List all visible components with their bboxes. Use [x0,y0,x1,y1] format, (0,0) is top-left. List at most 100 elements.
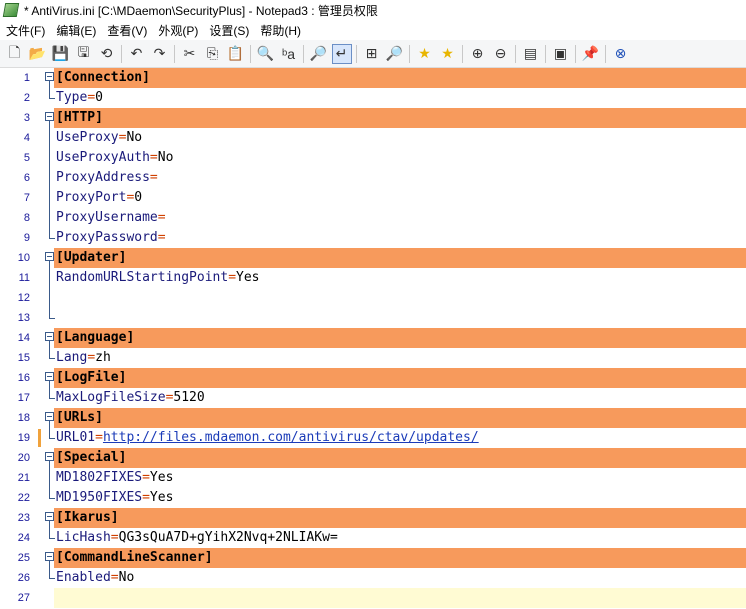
open-folder-icon[interactable]: 📂 [28,44,48,64]
editor-line[interactable]: 8 ProxyUsername= [0,208,746,228]
fold-toggle-icon[interactable] [45,452,54,461]
menu-item-5[interactable]: 帮助(H) [254,22,306,39]
ini-key: LicHash [56,530,111,545]
menu-item-2[interactable]: 查看(V) [101,22,152,39]
editor-line[interactable]: 5 UseProxyAuth=No [0,148,746,168]
fold-toggle-icon[interactable] [45,72,54,81]
toolbar-separator [545,44,546,63]
line-number: 3 [23,112,30,124]
revert-icon[interactable]: ⟲ [97,44,117,64]
menu-item-3[interactable]: 外观(P) [152,22,203,39]
line-text: LicHash=QG3sQuA7D+gYihX2Nvq+2NLIAKw= [56,528,338,548]
terminal-icon[interactable]: ▣ [551,44,571,64]
editor-line[interactable]: 26 Enabled=No [0,568,746,588]
editor-line[interactable]: 9 ProxyPassword= [0,228,746,248]
fold-toggle-icon[interactable] [45,252,54,261]
section-header-line[interactable]: 14 [Language] [0,328,746,348]
url-link[interactable]: http://files.mdaemon.com/antivirus/ctav/… [103,430,479,445]
section-header-line[interactable]: 18 [URLs] [0,408,746,428]
line-text: [HTTP] [56,110,103,125]
editor-line[interactable]: 13 [0,308,746,328]
section-header-line[interactable]: 20 [Special] [0,448,746,468]
section-header-line[interactable]: 1 [Connection] [0,68,746,88]
editor-line[interactable]: 19 URL01=http://files.mdaemon.com/antivir… [0,428,746,448]
word-wrap-icon[interactable]: ↵ [331,43,352,64]
close-icon[interactable]: ⊗ [611,44,631,64]
line-number: 1 [23,72,30,84]
line-number: 20 [17,452,30,464]
paste-icon[interactable]: 📋 [226,44,246,64]
equals-sign: = [157,230,166,245]
editor-line[interactable]: 7 ProxyPort=0 [0,188,746,208]
toolbar-separator [250,44,251,63]
new-file-icon[interactable]: 🗋 [5,44,25,64]
editor-line[interactable]: 24 LicHash=QG3sQuA7D+gYihX2Nvq+2NLIAKw= [0,528,746,548]
add-favorite-icon[interactable]: ★ [438,44,458,64]
section-header-line[interactable]: 10 [Updater] [0,248,746,268]
fold-toggle-icon[interactable] [45,112,54,121]
line-number: 23 [17,512,30,524]
ini-value: No [157,150,174,165]
fold-end-marker [49,98,55,99]
undo-icon[interactable]: ↶ [127,44,147,64]
editor-line[interactable]: 6 ProxyAddress= [0,168,746,188]
editor-line[interactable]: 11 RandomURLStartingPoint=Yes [0,268,746,288]
column-select-icon[interactable]: ⊞ [362,44,382,64]
editor-line[interactable]: 15 Lang=zh [0,348,746,368]
ini-value: 0 [95,90,103,105]
editor-line[interactable]: 4 UseProxy=No [0,128,746,148]
fold-toggle-icon[interactable] [45,512,54,521]
menu-item-4[interactable]: 设置(S) [203,22,254,39]
fold-end-marker [49,358,55,359]
ini-value: No [126,130,143,145]
zoom-in-icon[interactable]: ⊕ [468,44,488,64]
editor-line[interactable]: 12 [0,288,746,308]
menu-item-1[interactable]: 编辑(E) [50,22,101,39]
fold-line [49,561,50,578]
editor[interactable]: 1 [Connection] 2 Type=0 3 [HTTP] 4 UseProxy=No 5… [0,68,746,609]
section-header-line[interactable]: 25 [CommandLineScanner] [0,548,746,568]
zoom-find-icon[interactable]: 🔎 [385,44,405,64]
editor-line[interactable]: 2 Type=0 [0,88,746,108]
fold-toggle-icon[interactable] [45,552,54,561]
find-icon[interactable]: 🔍 [256,44,276,64]
editor-line[interactable]: 21 MD1802FIXES=Yes [0,468,746,488]
zoom-out-icon[interactable]: ⊖ [491,44,511,64]
editor-line[interactable]: 27 [0,588,746,608]
fold-toggle-icon[interactable] [45,372,54,381]
find-in-files-icon[interactable]: 🔎 [309,44,329,64]
line-number: 25 [17,552,30,564]
replace-icon[interactable]: ᵇa [279,44,299,64]
editor-line[interactable]: 22 MD1950FIXES=Yes [0,488,746,508]
cut-icon[interactable]: ✂ [180,44,200,64]
section-header-line[interactable]: 3 [HTTP] [0,108,746,128]
line-text: RandomURLStartingPoint=Yes [56,268,260,288]
line-text: MaxLogFileSize=5120 [56,388,205,408]
toolbar-separator [515,44,516,63]
editor-line[interactable]: 17 MaxLogFileSize=5120 [0,388,746,408]
copy-icon[interactable]: ⎘ [203,44,223,64]
settings-window-icon[interactable]: ▤ [521,44,541,64]
section-highlight [54,508,746,528]
fold-toggle-icon[interactable] [45,412,54,421]
save-as-icon[interactable]: 🖫 [74,44,94,64]
line-text: MD1950FIXES=Yes [56,488,173,508]
fold-end-marker [49,238,55,239]
section-header-line[interactable]: 16 [LogFile] [0,368,746,388]
save-icon[interactable]: 💾 [51,44,71,64]
favorite-star-icon[interactable]: ★ [415,44,435,64]
equals-sign: = [157,210,166,225]
fold-toggle-icon[interactable] [45,332,54,341]
ini-key: ProxyPassword [56,230,158,245]
line-text: ProxyUsername= [56,208,166,228]
menu-item-0[interactable]: 文件(F) [0,22,50,39]
redo-icon[interactable]: ↷ [150,44,170,64]
ini-value: zh [95,350,111,365]
ini-key: MaxLogFileSize [56,390,166,405]
line-number: 15 [17,352,30,364]
title-bar: * AntiVirus.ini [C:\MDaemon\SecurityPlus… [0,0,746,20]
section-header-line[interactable]: 23 [Ikarus] [0,508,746,528]
fold-line [49,121,50,238]
pin-icon[interactable]: 📌 [581,44,601,64]
line-number: 16 [17,372,30,384]
